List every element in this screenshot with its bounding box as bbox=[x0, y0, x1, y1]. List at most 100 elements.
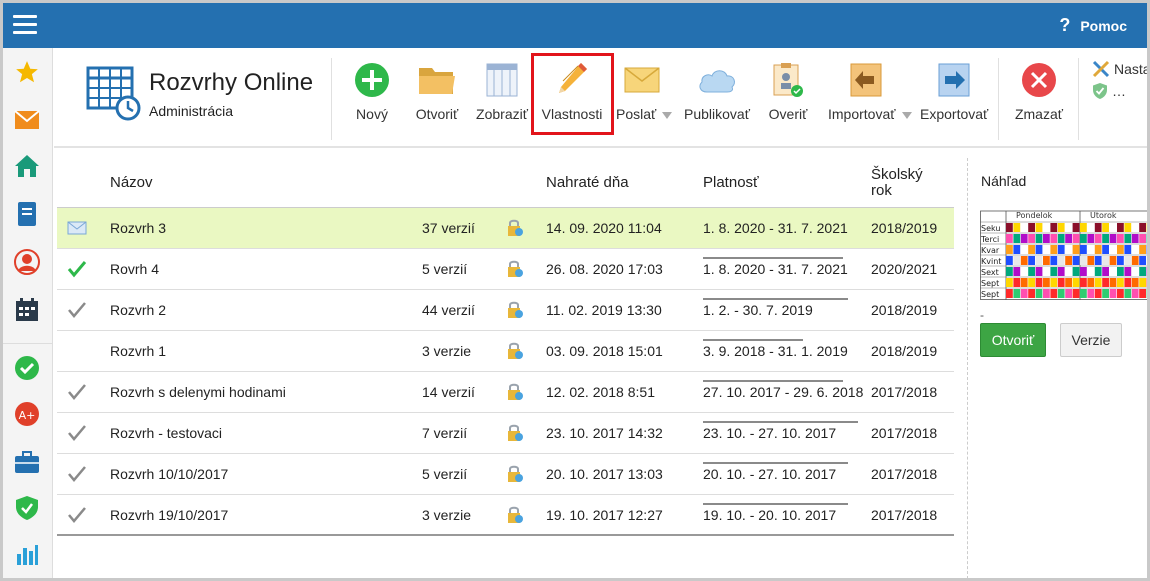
lock-user-icon[interactable] bbox=[506, 290, 524, 330]
row-uploaded: 12. 02. 2018 8:51 bbox=[546, 384, 655, 400]
star-icon[interactable] bbox=[13, 58, 41, 86]
row-versions[interactable]: 44 verzií bbox=[422, 290, 475, 330]
column-school-year-line1: Školský bbox=[871, 166, 923, 183]
lock-user-icon[interactable] bbox=[506, 495, 524, 535]
preview-class-label: Kvint bbox=[981, 257, 1001, 266]
more-label: … bbox=[1112, 83, 1126, 99]
row-name: Rozvrh 3 bbox=[110, 220, 167, 236]
preview-open-button[interactable]: Otvoriť bbox=[980, 323, 1046, 357]
row-validity: 3. 9. 2018 - 31. 1. 2019 bbox=[703, 343, 848, 359]
table-row[interactable]: Rozvrh 10/10/2017 5 verzií 20. 10. 2017 13… bbox=[57, 454, 954, 495]
table-row[interactable]: Rozvrh 2 44 verzií 11. 02. 2019 13:30 1. 2.… bbox=[57, 290, 954, 331]
export-button[interactable]: Exportovať bbox=[920, 60, 988, 126]
send-button[interactable]: Poslať bbox=[616, 60, 676, 126]
import-button[interactable]: Importovať bbox=[828, 60, 914, 126]
new-button[interactable]: Nový bbox=[350, 60, 394, 126]
side-tools: Nasta … bbox=[1092, 58, 1150, 102]
row-versions[interactable]: 37 verzií bbox=[422, 208, 475, 248]
table-row[interactable]: Rozvrh 1 3 verzie 03. 09. 2018 15:01 3. 9. … bbox=[57, 331, 954, 372]
row-versions[interactable]: 7 verzií bbox=[422, 413, 467, 453]
toolbar-ribbon: Rozvrhy Online Administrácia Nový Otvori… bbox=[54, 48, 1147, 148]
lock-user-icon[interactable] bbox=[506, 372, 524, 412]
table-body: Rozvrh 3 37 verzií 14. 09. 2020 11:04 1. 8.… bbox=[57, 208, 954, 536]
column-validity[interactable]: Platnosť bbox=[703, 158, 759, 208]
verify-button[interactable]: Overiť bbox=[766, 60, 810, 126]
svg-text:A+: A+ bbox=[19, 409, 36, 422]
settings-label: Nasta bbox=[1114, 61, 1150, 77]
row-versions[interactable]: 14 verzií bbox=[422, 372, 475, 412]
table-row[interactable]: Rozvrh 3 37 verzií 14. 09. 2020 11:04 1. 8.… bbox=[57, 208, 954, 249]
lock-user-icon[interactable] bbox=[506, 331, 524, 371]
table-row[interactable]: Rovrh 4 5 verzií 26. 08. 2020 17:03 1. 8. 2… bbox=[57, 249, 954, 290]
bar-chart-icon[interactable] bbox=[13, 540, 41, 568]
help-link[interactable]: ? Pomoc bbox=[1059, 15, 1127, 36]
preview-class-label: Sext bbox=[981, 268, 999, 277]
publish-label: Publikovať bbox=[684, 106, 750, 122]
calendar-icon[interactable] bbox=[13, 296, 41, 324]
settings-item[interactable]: Nasta bbox=[1092, 58, 1150, 80]
row-validity: 27. 10. 2017 - 29. 6. 2018 bbox=[703, 384, 864, 400]
row-school-year: 2020/2021 bbox=[871, 261, 938, 277]
help-label: Pomoc bbox=[1080, 17, 1127, 34]
plus-icon bbox=[355, 63, 389, 97]
mail-icon bbox=[67, 208, 87, 248]
open-button[interactable]: Otvoriť bbox=[412, 60, 462, 126]
timetable-preview-thumbnail[interactable]: PondelokUtorokSSekuTerciKvarKvintSextSep… bbox=[980, 208, 1150, 300]
check-circle-icon[interactable] bbox=[13, 354, 41, 382]
envelope-icon bbox=[624, 67, 660, 93]
row-versions[interactable]: 3 verzie bbox=[422, 331, 471, 371]
verify-document-icon bbox=[773, 63, 803, 97]
table-row[interactable]: Rozvrh 19/10/2017 3 verzie 19. 10. 2017 12… bbox=[57, 495, 954, 536]
row-uploaded: 03. 09. 2018 15:01 bbox=[546, 343, 663, 359]
lock-user-icon[interactable] bbox=[506, 249, 524, 289]
preview-class-label: Sept bbox=[981, 290, 999, 299]
send-dropdown-icon[interactable] bbox=[662, 111, 673, 119]
lock-user-icon[interactable] bbox=[506, 413, 524, 453]
column-school-year[interactable]: Školský rok bbox=[871, 158, 923, 208]
table-row[interactable]: Rozvrh - testovaci 7 verzií 23. 10. 2017 1… bbox=[57, 413, 954, 454]
preview-class-label: Kvar bbox=[981, 246, 1000, 255]
sidebar-divider bbox=[3, 343, 53, 344]
row-versions[interactable]: 5 verzií bbox=[422, 454, 467, 494]
shield-check-icon bbox=[1093, 83, 1107, 99]
properties-highlight-box bbox=[531, 53, 614, 135]
security-item[interactable]: … bbox=[1092, 80, 1147, 102]
lock-user-icon[interactable] bbox=[506, 454, 524, 494]
publish-button[interactable]: Publikovať bbox=[682, 60, 752, 126]
column-name[interactable]: Názov bbox=[110, 158, 153, 208]
row-uploaded: 19. 10. 2017 12:27 bbox=[546, 507, 663, 523]
row-school-year: 2018/2019 bbox=[871, 343, 938, 359]
row-versions[interactable]: 5 verzií bbox=[422, 249, 467, 289]
export-label: Exportovať bbox=[920, 106, 989, 122]
preview-class-label: Seku bbox=[981, 224, 1000, 233]
check-green-icon bbox=[67, 249, 87, 289]
preview-title: Náhľad bbox=[981, 173, 1027, 189]
row-validity: 1. 8. 2020 - 31. 7. 2021 bbox=[703, 220, 848, 236]
row-name: Rozvrh s delenymi hodinami bbox=[110, 384, 286, 400]
row-validity: 23. 10. - 27. 10. 2017 bbox=[703, 425, 837, 441]
row-versions[interactable]: 3 verzie bbox=[422, 495, 471, 535]
notebook-icon[interactable] bbox=[13, 200, 41, 228]
open-label: Otvoriť bbox=[415, 106, 459, 122]
column-uploaded[interactable]: Nahraté dňa bbox=[546, 158, 629, 208]
home-icon[interactable] bbox=[13, 152, 41, 180]
row-uploaded: 14. 09. 2020 11:04 bbox=[546, 220, 662, 236]
help-icon: ? bbox=[1059, 15, 1071, 35]
view-button[interactable]: Zobraziť bbox=[474, 60, 530, 126]
table-row[interactable]: Rozvrh s delenymi hodinami 14 verzií 12. 0… bbox=[57, 372, 954, 413]
cloud-icon bbox=[699, 70, 735, 93]
timetable-list: Názov Nahraté dňa Platnosť Školský rok R… bbox=[57, 158, 954, 536]
export-icon bbox=[938, 63, 970, 97]
delete-button[interactable]: Zmazať bbox=[1014, 60, 1064, 126]
shield-icon[interactable] bbox=[13, 494, 41, 522]
briefcase-icon[interactable] bbox=[13, 448, 41, 476]
preview-versions-button[interactable]: Verzie bbox=[1060, 323, 1122, 357]
verify-label: Overiť bbox=[768, 106, 808, 122]
grade-icon[interactable]: A+ bbox=[13, 400, 41, 428]
user-icon[interactable] bbox=[13, 248, 41, 276]
left-sidebar: A+ bbox=[3, 48, 53, 578]
import-dropdown-icon[interactable] bbox=[901, 111, 912, 119]
mail-icon[interactable] bbox=[13, 106, 41, 134]
menu-icon[interactable] bbox=[13, 15, 37, 35]
lock-user-icon[interactable] bbox=[506, 208, 524, 248]
